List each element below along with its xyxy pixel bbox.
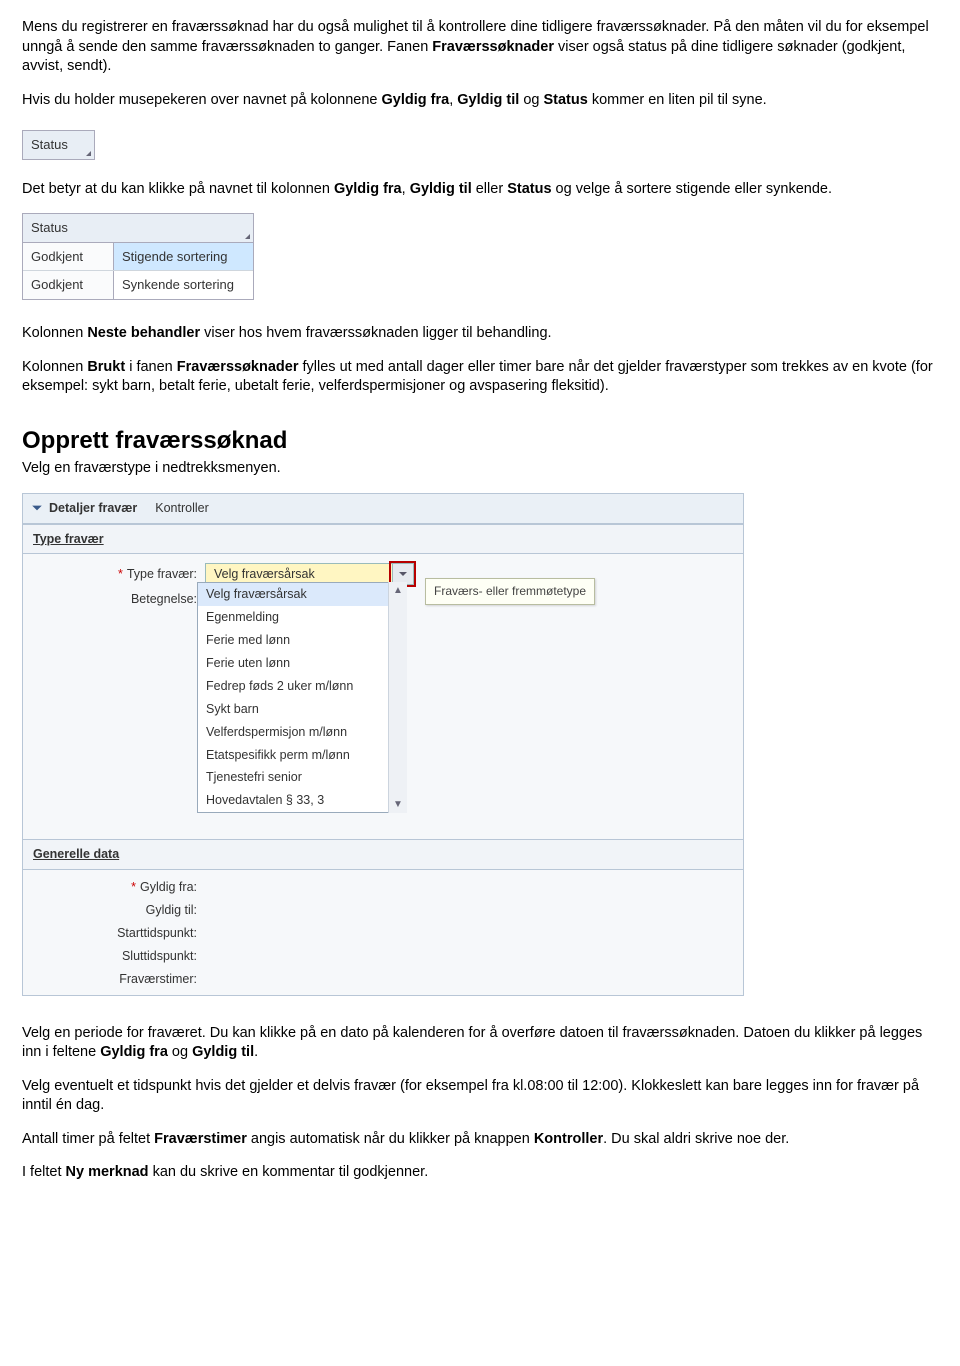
row-gyldig-til: Gyldig til:: [33, 899, 733, 922]
paragraph-5: Kolonnen Brukt i fanen Fraværssøknader f…: [22, 358, 938, 397]
scroll-up-icon: ▲: [393, 582, 403, 600]
section-type-body: *Type fravær: Velg fraværsårsak Betegnel…: [23, 554, 743, 615]
required-marker: *: [118, 567, 127, 581]
paragraph-6: Velg en fraværstype i nedtrekksmenyen.: [22, 459, 938, 479]
sort-menu-header[interactable]: Status: [23, 214, 253, 243]
sort-row-status: Godkjent: [23, 271, 114, 299]
dropdown-option[interactable]: Etatspesifikk perm m/lønn: [198, 744, 406, 767]
dropdown-option[interactable]: Ferie uten lønn: [198, 652, 406, 675]
dropdown-option[interactable]: Egenmelding: [198, 606, 406, 629]
paragraph-9: Antall timer på feltet Fraværstimer angi…: [22, 1130, 938, 1150]
dropdown-option[interactable]: Tjenestefri senior: [198, 766, 406, 789]
row-sluttid: Sluttidspunkt:: [33, 945, 733, 968]
sort-ascending-option[interactable]: Stigende sortering: [114, 243, 253, 271]
dropdown-scrollbar[interactable]: ▲ ▼: [388, 582, 407, 813]
dropdown-option[interactable]: Fedrep føds 2 uker m/lønn: [198, 675, 406, 698]
dropdown-option[interactable]: Hovedavtalen § 33, 3: [198, 789, 406, 812]
dropdown-option[interactable]: Velferdspermisjon m/lønn: [198, 721, 406, 744]
row-starttid: Starttidspunkt:: [33, 922, 733, 945]
dropdown-option[interactable]: Sykt barn: [198, 698, 406, 721]
required-marker: *: [131, 880, 140, 894]
row-fravaerstimer: Fraværstimer:: [33, 968, 733, 991]
paragraph-3: Det betyr at du kan klikke på navnet til…: [22, 180, 938, 200]
sort-row-status: Godkjent: [23, 243, 114, 271]
paragraph-8: Velg eventuelt et tidspunkt hvis det gje…: [22, 1077, 938, 1116]
collapse-toggle[interactable]: Detaljer fravær: [31, 500, 137, 517]
sort-menu: Status Godkjent Stigende sortering Godkj…: [22, 213, 254, 300]
paragraph-4: Kolonnen Neste behandler viser hos hvem …: [22, 324, 938, 344]
chevron-down-icon: [398, 569, 408, 579]
status-header-cell[interactable]: Status: [22, 130, 95, 160]
row-gyldig-fra: *Gyldig fra:: [33, 876, 733, 899]
type-fravaer-dropdown: Velg fraværsårsak Egenmelding Ferie med …: [197, 582, 407, 813]
paragraph-1: Mens du registrerer en fraværssøknad har…: [22, 18, 938, 77]
section-type-fravaer: Type fravær: [23, 524, 743, 555]
heading-opprett: Opprett fraværssøknad: [22, 425, 938, 457]
tooltip: Fraværs- eller fremmøtetype: [425, 578, 595, 604]
paragraph-2: Hvis du holder musepekeren over navnet p…: [22, 91, 938, 111]
absence-form: Detaljer fravær Kontroller Type fravær *…: [22, 493, 744, 996]
dropdown-button[interactable]: [392, 564, 413, 584]
paragraph-10: I feltet Ny merknad kan du skrive en kom…: [22, 1163, 938, 1183]
paragraph-7: Velg en periode for fraværet. Du kan kli…: [22, 1024, 938, 1063]
scroll-down-icon: ▼: [393, 796, 403, 814]
sort-menu-row: Godkjent Synkende sortering: [23, 271, 253, 299]
section-generelle-body: *Gyldig fra: Gyldig til: Starttidspunkt:…: [23, 870, 743, 994]
status-header-label: Status: [31, 137, 68, 152]
form-toolbar: Detaljer fravær Kontroller: [23, 494, 743, 524]
dropdown-option[interactable]: Ferie med lønn: [198, 629, 406, 652]
dropdown-option[interactable]: Velg fraværsårsak: [198, 583, 406, 606]
sort-menu-row: Godkjent Stigende sortering: [23, 243, 253, 272]
section-generelle-data: Generelle data: [23, 839, 743, 870]
chevron-down-icon: [31, 502, 43, 514]
sort-descending-option[interactable]: Synkende sortering: [114, 271, 253, 299]
kontroller-button[interactable]: Kontroller: [155, 500, 209, 517]
